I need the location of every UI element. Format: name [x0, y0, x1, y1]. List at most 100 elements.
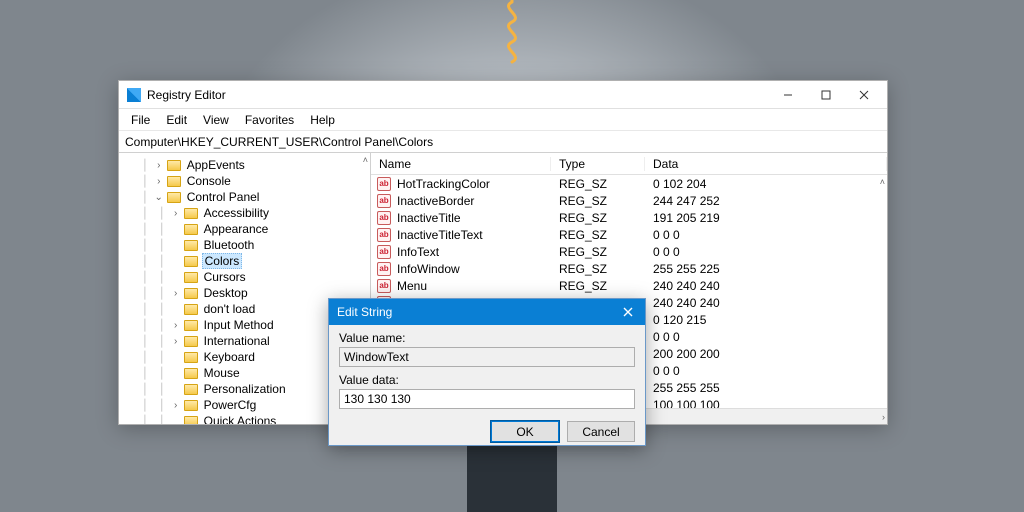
tree-branch-line: │ │	[119, 207, 170, 220]
folder-icon	[184, 208, 198, 219]
expander-icon[interactable]: ›	[153, 160, 165, 171]
tree-branch-line: │ │	[119, 223, 170, 236]
reg-string-icon: ab	[377, 262, 391, 276]
expander-icon[interactable]: ›	[170, 288, 182, 299]
value-name: InfoWindow	[397, 262, 460, 276]
maximize-button[interactable]	[807, 82, 845, 108]
value-data: 255 255 255	[645, 381, 887, 395]
list-row[interactable]: abInfoTextREG_SZ0 0 0	[371, 243, 887, 260]
col-name[interactable]: Name	[371, 157, 551, 171]
value-data: 255 255 225	[645, 262, 887, 276]
list-row[interactable]: abInactiveTitleREG_SZ191 205 219	[371, 209, 887, 226]
tree-item[interactable]: │ ⌄Control Panel	[119, 189, 370, 205]
value-data: 0 0 0	[645, 228, 887, 242]
value-data: 240 240 240	[645, 296, 887, 310]
value-data-label: Value data:	[339, 373, 635, 387]
tree-item-label: International	[202, 334, 272, 348]
address-bar[interactable]: Computer\HKEY_CURRENT_USER\Control Panel…	[119, 131, 887, 153]
expander-icon[interactable]: ›	[153, 176, 165, 187]
expander-icon[interactable]: ›	[170, 336, 182, 347]
menu-file[interactable]: File	[123, 111, 158, 129]
value-type: REG_SZ	[551, 262, 645, 276]
list-header[interactable]: Name Type Data	[371, 153, 887, 175]
tree-item-label: Control Panel	[185, 190, 262, 204]
reg-string-icon: ab	[377, 245, 391, 259]
value-data: 0 120 215	[645, 313, 887, 327]
tree-item[interactable]: │ │ Bluetooth	[119, 237, 370, 253]
value-data: 0 0 0	[645, 330, 887, 344]
expander-icon[interactable]: ›	[170, 320, 182, 331]
col-type[interactable]: Type	[551, 157, 645, 171]
dialog-titlebar[interactable]: Edit String	[329, 299, 645, 325]
value-data: 0 102 204	[645, 177, 887, 191]
tree-item-label: Keyboard	[202, 350, 257, 364]
tree-branch-line: │ │	[119, 255, 170, 268]
value-name: InactiveTitleText	[397, 228, 483, 242]
dialog-close-button[interactable]	[611, 299, 645, 325]
tree-branch-line: │ │	[119, 351, 170, 364]
tree-item-label: Personalization	[202, 382, 288, 396]
value-name-label: Value name:	[339, 331, 635, 345]
tree-item[interactable]: │ ›AppEvents	[119, 157, 370, 173]
reg-string-icon: ab	[377, 177, 391, 191]
expander-icon[interactable]: ›	[170, 208, 182, 219]
value-data: 200 200 200	[645, 347, 887, 361]
tree-item[interactable]: │ │ Colors	[119, 253, 370, 269]
tree-item-label: Cursors	[202, 270, 248, 284]
tree-branch-line: │ │	[119, 319, 170, 332]
tree-item-label: Appearance	[202, 222, 271, 236]
close-button[interactable]	[845, 82, 883, 108]
tree-item-label: Accessibility	[202, 206, 271, 220]
folder-icon	[184, 256, 198, 267]
value-type: REG_SZ	[551, 279, 645, 293]
value-name-input[interactable]	[339, 347, 635, 367]
tree-item-label: Bluetooth	[202, 238, 257, 252]
list-row[interactable]: abHotTrackingColorREG_SZ0 102 204	[371, 175, 887, 192]
menu-view[interactable]: View	[195, 111, 237, 129]
value-name: Menu	[397, 279, 427, 293]
tree-branch-line: │ │	[119, 415, 170, 425]
edit-string-dialog: Edit String Value name: Value data: OK C…	[328, 298, 646, 446]
titlebar[interactable]: Registry Editor	[119, 81, 887, 109]
scroll-right-icon[interactable]: ›	[882, 412, 885, 422]
menu-edit[interactable]: Edit	[158, 111, 195, 129]
tree-branch-line: │ │	[119, 399, 170, 412]
value-data-input[interactable]	[339, 389, 635, 409]
tree-item-label: AppEvents	[185, 158, 247, 172]
ok-button[interactable]: OK	[491, 421, 559, 442]
cancel-button[interactable]: Cancel	[567, 421, 635, 442]
reg-string-icon: ab	[377, 194, 391, 208]
dialog-title: Edit String	[337, 305, 611, 319]
tree-item[interactable]: │ │ Cursors	[119, 269, 370, 285]
minimize-button[interactable]	[769, 82, 807, 108]
tree-item-label: Mouse	[202, 366, 242, 380]
folder-icon	[167, 192, 181, 203]
expander-icon[interactable]: ⌄	[153, 192, 165, 203]
menu-bar: File Edit View Favorites Help	[119, 109, 887, 131]
tree-item-label: Desktop	[202, 286, 250, 300]
value-type: REG_SZ	[551, 228, 645, 242]
folder-icon	[184, 336, 198, 347]
value-data: 191 205 219	[645, 211, 887, 225]
list-row[interactable]: abInactiveTitleTextREG_SZ0 0 0	[371, 226, 887, 243]
tree-item[interactable]: │ ›Console	[119, 173, 370, 189]
value-data: 240 240 240	[645, 279, 887, 293]
expander-icon[interactable]: ›	[170, 400, 182, 411]
menu-favorites[interactable]: Favorites	[237, 111, 302, 129]
scroll-up-icon[interactable]: ˄	[363, 155, 368, 165]
value-name: InactiveBorder	[397, 194, 474, 208]
tree-branch-line: │ │	[119, 335, 170, 348]
list-row[interactable]: abInactiveBorderREG_SZ244 247 252	[371, 192, 887, 209]
scroll-up-icon[interactable]: ˄	[880, 177, 885, 187]
folder-icon	[184, 240, 198, 251]
menu-help[interactable]: Help	[302, 111, 343, 129]
tree-branch-line: │	[119, 175, 153, 188]
tree-item-label: Quick Actions	[202, 414, 279, 424]
list-row[interactable]: abMenuREG_SZ240 240 240	[371, 277, 887, 294]
tree-branch-line: │ │	[119, 383, 170, 396]
value-data: 0 0 0	[645, 364, 887, 378]
list-row[interactable]: ab InfoWindow REG_SZ255 255 225	[371, 260, 887, 277]
tree-item[interactable]: │ │ › Accessibility	[119, 205, 370, 221]
col-data[interactable]: Data	[645, 157, 887, 171]
tree-item[interactable]: │ │ Appearance	[119, 221, 370, 237]
